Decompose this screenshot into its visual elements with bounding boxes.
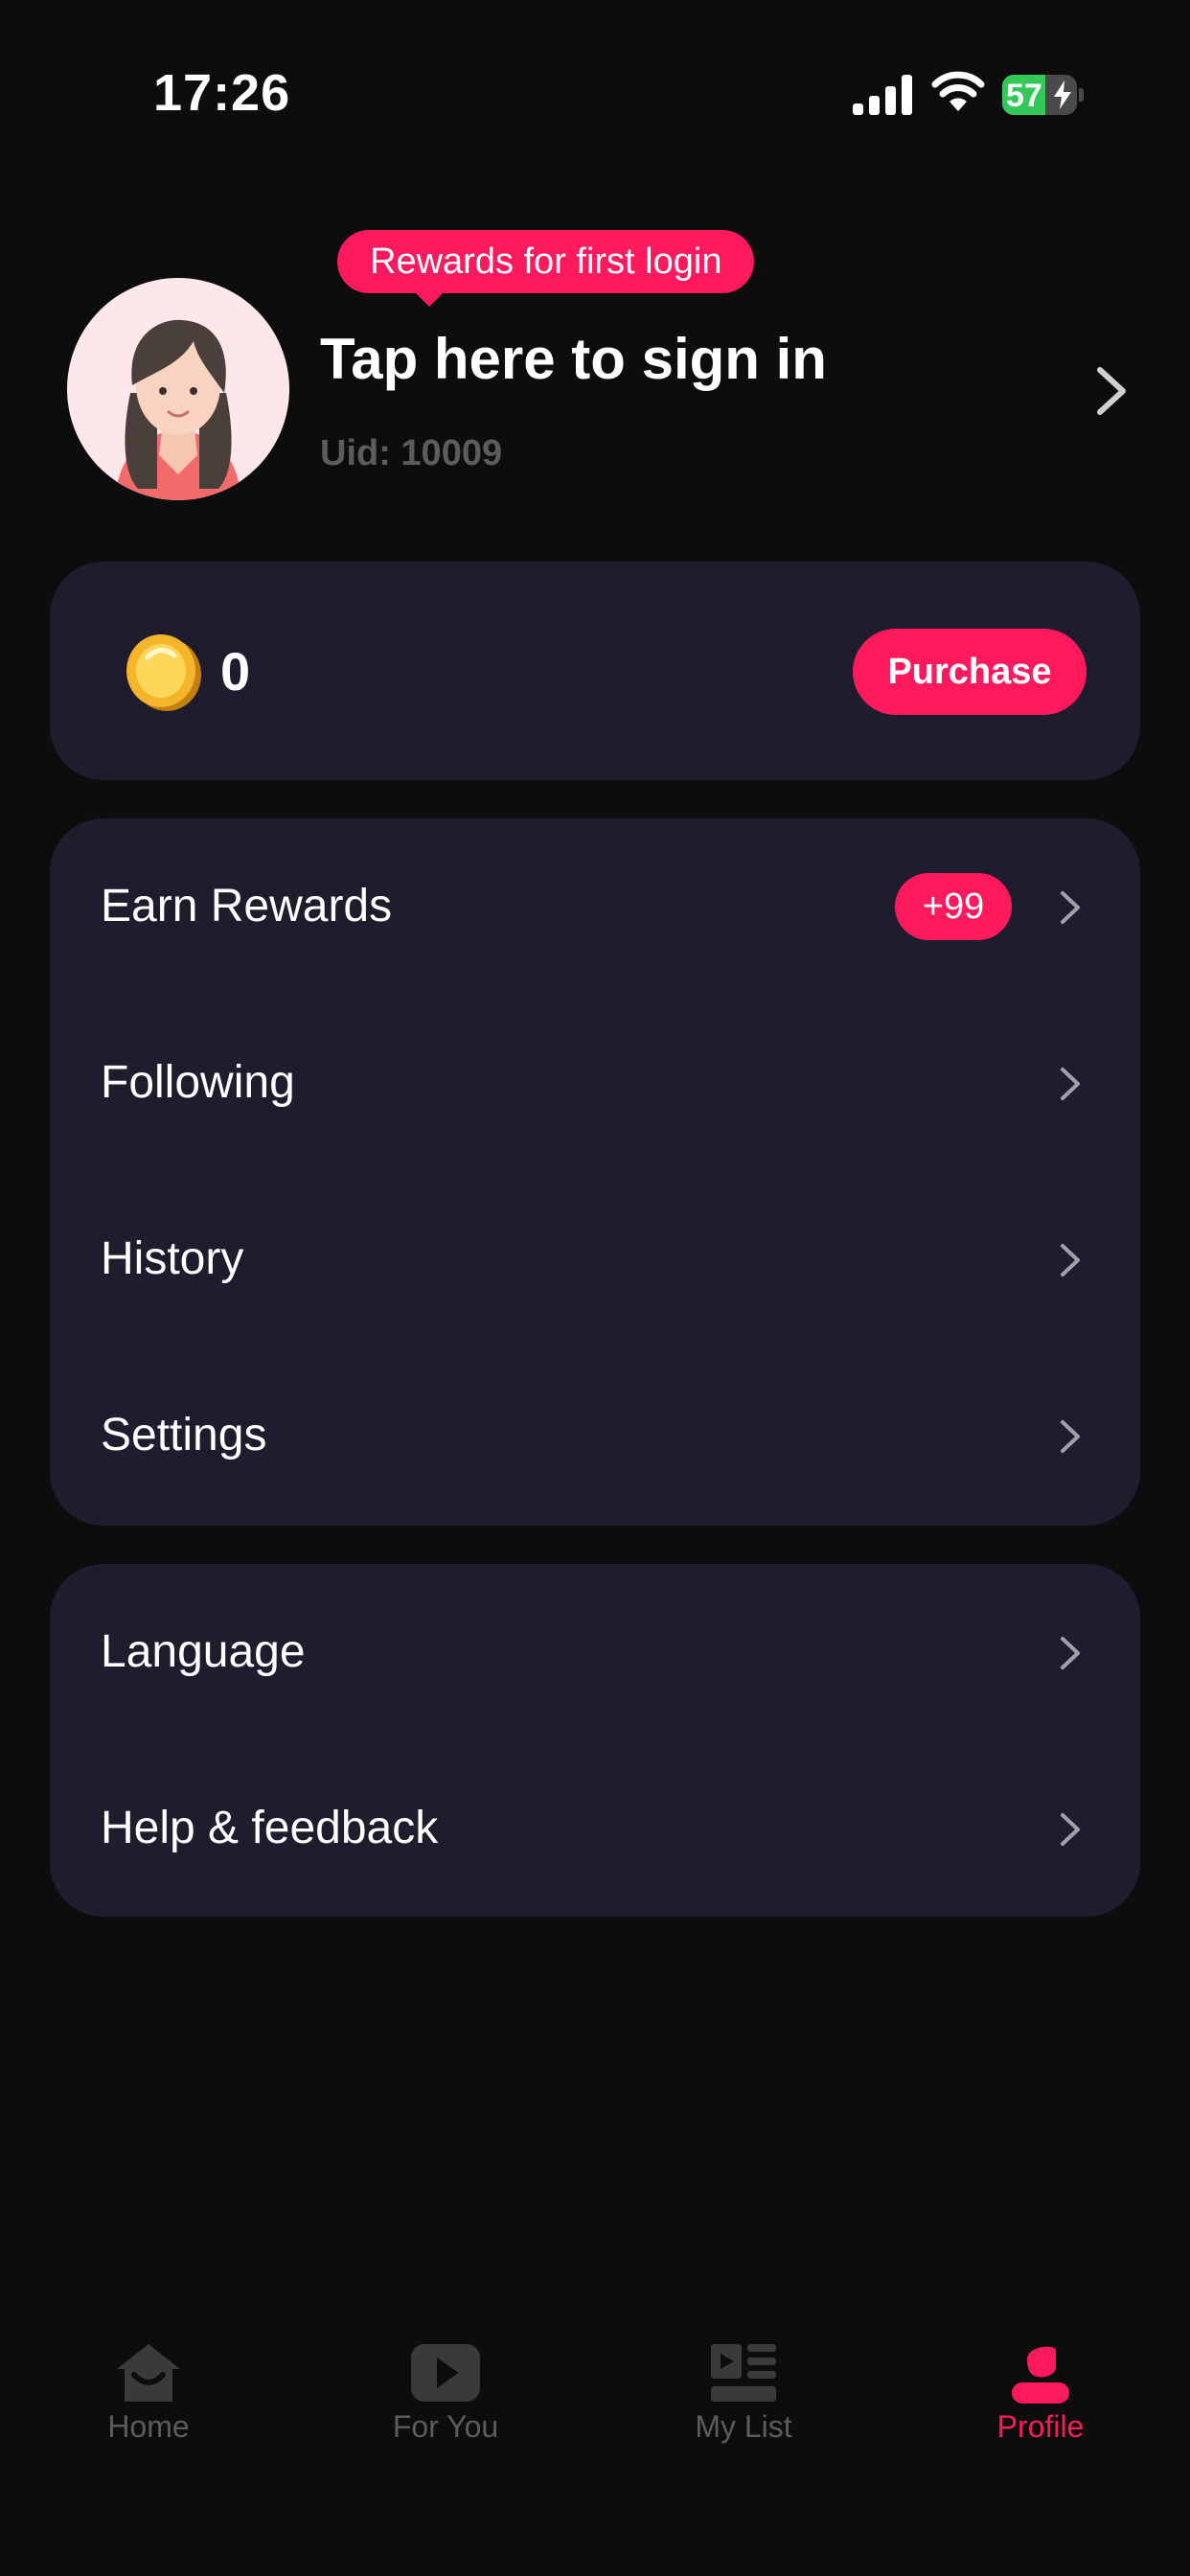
- menu-item-label: Following: [101, 1057, 295, 1108]
- secondary-menu: Language Help & feedback: [50, 1564, 1140, 1917]
- chevron-right-icon[interactable]: [1092, 364, 1131, 418]
- tab-profile[interactable]: Profile: [926, 2342, 1156, 2467]
- charging-bolt-icon: [1054, 80, 1071, 109]
- bottom-tab-bar: Home For You My List Profile: [0, 2319, 1190, 2576]
- menu-item-label: Settings: [101, 1410, 267, 1460]
- wifi-icon: [931, 71, 985, 111]
- tab-label: Profile: [996, 2409, 1085, 2444]
- primary-menu: Earn Rewards +99 Following History Setti…: [50, 818, 1140, 1526]
- coin-icon: [126, 634, 201, 711]
- menu-item-language[interactable]: Language: [50, 1564, 1140, 1740]
- menu-item-label: Language: [101, 1626, 306, 1677]
- coin-balance: 0: [220, 641, 251, 702]
- chevron-right-icon: [1061, 1068, 1080, 1100]
- rewards-count-badge: +99: [895, 873, 1012, 940]
- user-avatar-illustration: [115, 319, 241, 500]
- profile-icon: [1012, 2346, 1069, 2404]
- menu-item-label: Help & feedback: [101, 1803, 439, 1853]
- menu-item-label: Earn Rewards: [101, 881, 393, 932]
- chevron-right-icon: [1061, 1813, 1080, 1846]
- tab-home[interactable]: Home: [34, 2342, 263, 2467]
- tab-for-you[interactable]: For You: [331, 2342, 561, 2467]
- chevron-right-icon: [1061, 1420, 1080, 1453]
- menu-item-history[interactable]: History: [50, 1171, 1140, 1347]
- avatar[interactable]: [67, 278, 289, 500]
- chevron-right-icon: [1061, 1637, 1080, 1669]
- list-icon: [711, 2344, 776, 2402]
- play-icon: [411, 2344, 480, 2402]
- tab-label: For You: [392, 2409, 499, 2444]
- chevron-right-icon: [1061, 891, 1080, 924]
- tab-my-list[interactable]: My List: [629, 2342, 858, 2467]
- menu-item-help-feedback[interactable]: Help & feedback: [50, 1740, 1140, 1917]
- menu-item-label: History: [101, 1233, 244, 1284]
- chevron-right-icon: [1061, 1244, 1080, 1276]
- menu-item-settings[interactable]: Settings: [50, 1347, 1140, 1524]
- purchase-button[interactable]: Purchase: [853, 629, 1087, 715]
- cellular-signal-icon: [853, 75, 912, 115]
- battery-level: 57: [1006, 78, 1042, 114]
- menu-item-earn-rewards[interactable]: Earn Rewards +99: [50, 818, 1140, 995]
- sign-in-prompt[interactable]: Tap here to sign in: [320, 326, 827, 392]
- menu-item-following[interactable]: Following: [50, 995, 1140, 1171]
- user-id: Uid: 10009: [320, 433, 503, 473]
- home-icon: [117, 2344, 180, 2402]
- battery-indicator: 57: [1002, 75, 1084, 115]
- tab-label: Home: [107, 2409, 190, 2444]
- tab-label: My List: [695, 2409, 792, 2444]
- first-login-rewards-tooltip: Rewards for first login: [337, 230, 755, 307]
- wallet-card: 0 Purchase: [50, 562, 1140, 780]
- status-bar: 17:26 57: [0, 0, 1190, 144]
- status-time: 17:26: [153, 64, 291, 122]
